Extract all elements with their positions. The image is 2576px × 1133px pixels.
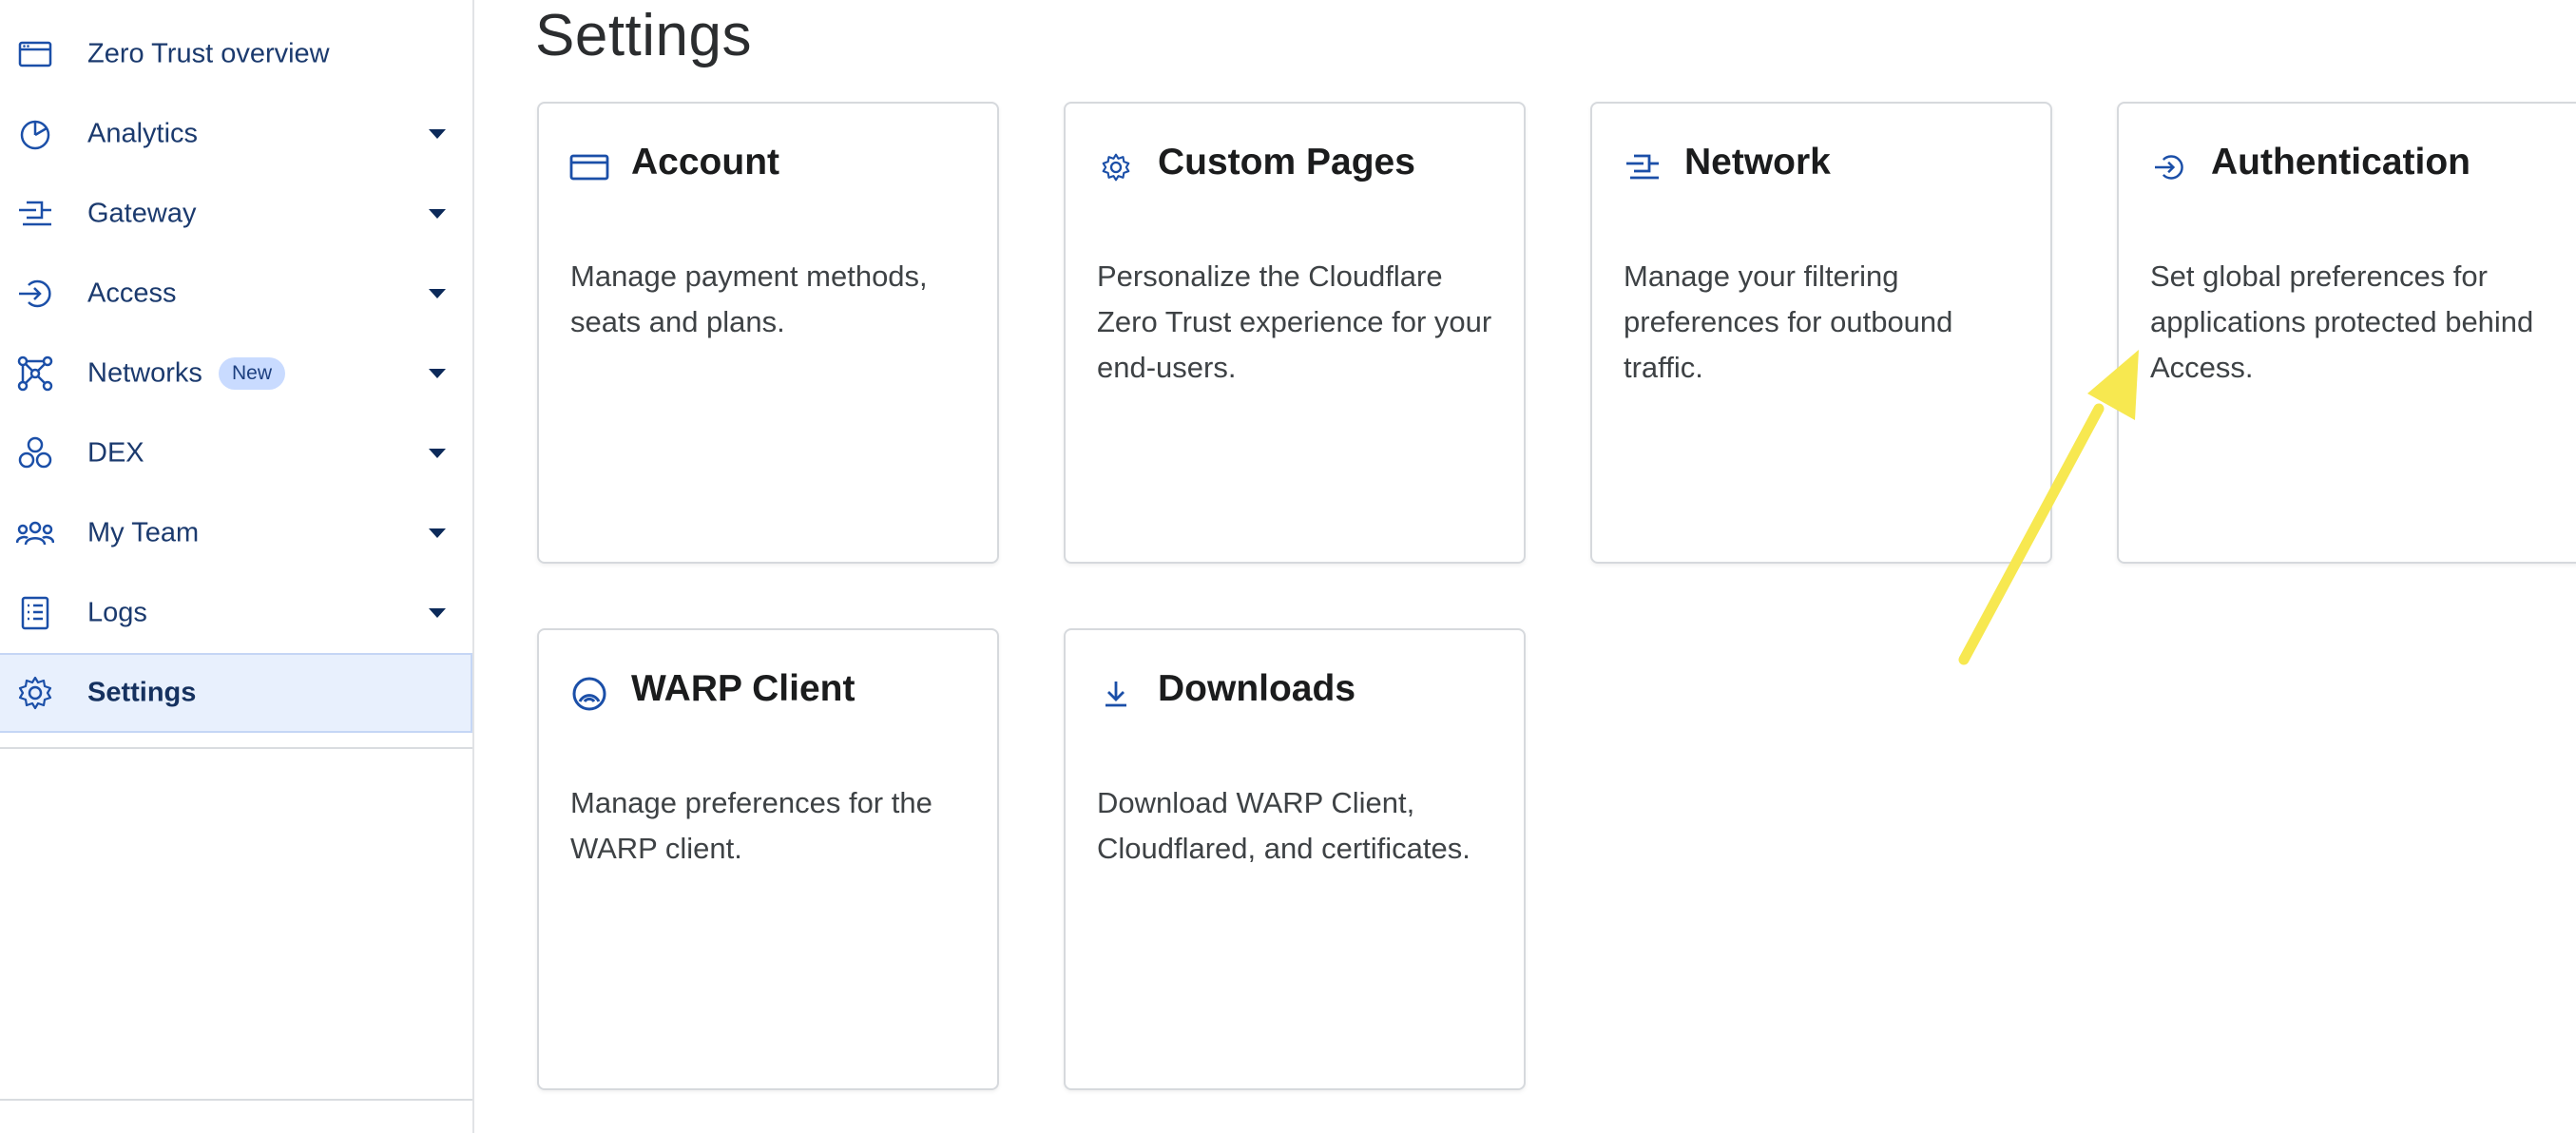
sidebar-item-label: Logs: [87, 597, 147, 628]
sidebar: Zero Trust overview Analytics Gateway Ac…: [0, 0, 474, 1133]
card-account[interactable]: Account Manage payment methods, seats an…: [537, 102, 999, 564]
sidebar-item-logs[interactable]: Logs: [0, 573, 472, 653]
access-icon: [2149, 147, 2189, 187]
gateway-icon: [1623, 147, 1663, 187]
chevron-down-icon[interactable]: [429, 608, 446, 618]
card-downloads[interactable]: Downloads Download WARP Client, Cloudfla…: [1064, 628, 1526, 1090]
card-title: WARP Client: [631, 668, 855, 709]
card-description: Personalize the Cloudflare Zero Trust ex…: [1097, 259, 1492, 384]
card-warp-client[interactable]: WARP Client Manage preferences for the W…: [537, 628, 999, 1090]
sidebar-item-label: Gateway: [87, 198, 197, 229]
sidebar-item-gateway[interactable]: Gateway: [0, 174, 472, 254]
sidebar-item-label: Zero Trust overview: [87, 38, 330, 69]
browser-window-icon: [16, 35, 54, 73]
sidebar-item-label: Access: [87, 278, 177, 309]
sidebar-item-settings[interactable]: Settings: [0, 653, 472, 733]
chevron-down-icon[interactable]: [429, 289, 446, 298]
card-custom-pages[interactable]: Custom Pages Personalize the Cloudflare …: [1064, 102, 1526, 564]
download-icon: [1096, 674, 1136, 714]
gear-icon: [16, 674, 54, 712]
new-badge: New: [219, 357, 286, 390]
chevron-down-icon[interactable]: [429, 528, 446, 538]
sidebar-item-label: Settings: [87, 677, 197, 708]
chevron-down-icon[interactable]: [429, 449, 446, 458]
sidebar-item-zero-trust-overview[interactable]: Zero Trust overview: [0, 14, 472, 94]
sidebar-item-label: DEX: [87, 437, 144, 469]
card-network[interactable]: Network Manage your filtering preference…: [1590, 102, 2052, 564]
access-icon: [16, 275, 54, 313]
pie-chart-icon: [16, 115, 54, 153]
card-description: Download WARP Client, Cloudflared, and c…: [1097, 786, 1471, 865]
card-title: Network: [1684, 142, 1831, 182]
card-title: Downloads: [1158, 668, 1356, 709]
network-nodes-icon: [16, 355, 54, 393]
sidebar-item-networks[interactable]: Networks New: [0, 334, 472, 413]
logs-icon: [16, 594, 54, 632]
chevron-down-icon[interactable]: [429, 129, 446, 139]
sidebar-item-access[interactable]: Access: [0, 254, 472, 334]
card-authentication[interactable]: Authentication Set global preferences fo…: [2117, 102, 2576, 564]
dex-icon: [16, 434, 54, 472]
sidebar-item-label: Analytics: [87, 118, 199, 149]
sidebar-divider: [0, 747, 472, 749]
chevron-down-icon[interactable]: [429, 369, 446, 378]
card-description: Manage preferences for the WARP client.: [570, 786, 932, 865]
warp-icon: [569, 674, 609, 714]
card-title: Account: [631, 142, 779, 182]
sidebar-item-analytics[interactable]: Analytics: [0, 94, 472, 174]
card-description: Set global preferences for applications …: [2150, 259, 2534, 384]
sidebar-item-label: Networks: [87, 357, 202, 389]
gateway-icon: [16, 195, 54, 233]
sidebar-divider: [0, 1099, 472, 1101]
sidebar-item-dex[interactable]: DEX: [0, 413, 472, 493]
team-icon: [16, 514, 54, 552]
credit-card-icon: [569, 147, 609, 187]
sidebar-item-label: My Team: [87, 517, 200, 548]
card-title: Custom Pages: [1158, 142, 1415, 182]
gear-icon: [1096, 147, 1136, 187]
sidebar-item-my-team[interactable]: My Team: [0, 493, 472, 573]
card-description: Manage your filtering preferences for ou…: [1624, 259, 1953, 384]
chevron-down-icon[interactable]: [429, 209, 446, 219]
page-title: Settings: [535, 3, 753, 68]
card-description: Manage payment methods, seats and plans.: [570, 259, 928, 338]
card-title: Authentication: [2211, 142, 2470, 182]
